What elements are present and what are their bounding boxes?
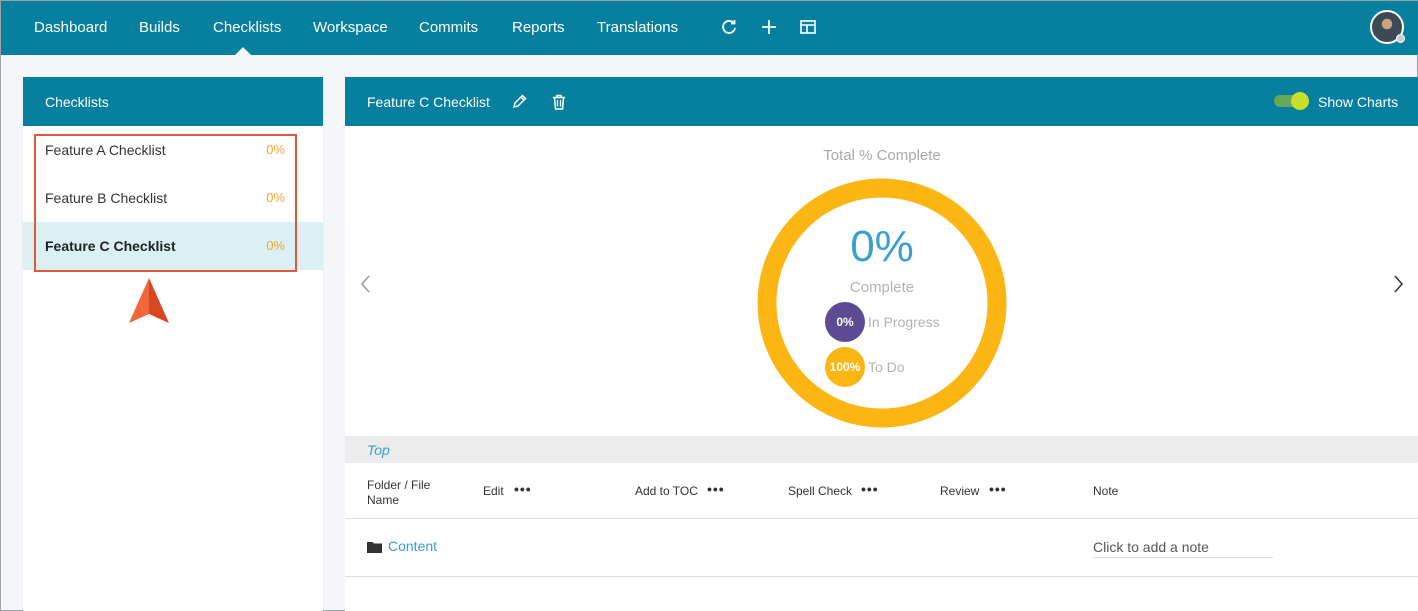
checklists-panel: Checklists Feature A Checklist 0% Featur… [23,77,323,611]
checklist-item-feature-c[interactable]: Feature C Checklist 0% [23,222,323,270]
nav-builds[interactable]: Builds [139,19,180,36]
review-more-icon[interactable]: ••• [989,481,1007,497]
column-spell-check: Spell Check [788,484,853,498]
column-edit: Edit [483,484,504,498]
column-name-line1: Folder / File [367,478,431,492]
chevron-left-icon[interactable] [357,272,373,296]
trash-icon[interactable] [549,92,569,112]
layout-icon[interactable] [798,17,818,37]
top-nav: Dashboard Builds Checklists Workspace Co… [1,1,1418,55]
edit-pencil-icon[interactable] [509,92,529,112]
nav-translations[interactable]: Translations [597,19,678,36]
completion-label: Complete [849,279,915,296]
show-charts-label: Show Charts [1318,94,1399,110]
checklist-item-percent: 0% [266,142,285,157]
column-name-line2: Name [367,493,400,507]
to-do-label: To Do [868,359,905,375]
checklist-title: Feature C Checklist [367,94,490,110]
section-label[interactable]: Top [367,442,390,458]
column-add-to-toc: Add to TOC [635,484,698,498]
completion-ring [757,178,1007,428]
checklist-item-label: Feature B Checklist [45,190,168,206]
in-progress-badge: 0% [825,302,865,342]
section-bar: Top [345,436,1418,463]
status-badge [1396,34,1405,43]
edit-more-icon[interactable]: ••• [514,481,532,497]
checklist-item-feature-a[interactable]: Feature A Checklist 0% [23,126,323,174]
checklist-detail-panel: Feature C Checklist Show Charts Total % … [345,77,1418,611]
checklist-item-feature-b[interactable]: Feature B Checklist 0% [23,174,323,222]
nav-commits[interactable]: Commits [419,19,478,36]
column-folder-file-name: Folder / File Name [367,478,430,508]
spell-check-more-icon[interactable]: ••• [861,481,879,497]
checklist-item-label: Feature A Checklist [45,142,166,158]
column-review: Review [940,484,980,498]
nav-workspace[interactable]: Workspace [313,19,388,36]
folder-icon [367,542,382,553]
chart-title: Total % Complete [823,147,941,164]
nav-dashboard[interactable]: Dashboard [34,19,107,36]
nav-checklists[interactable]: Checklists [213,19,281,36]
checklist-item-percent: 0% [266,190,285,205]
chevron-right-icon[interactable] [1391,272,1407,296]
show-charts-toggle[interactable] [1274,92,1310,110]
checklist-item-percent: 0% [266,238,285,253]
toggle-knob [1291,92,1309,110]
checklists-panel-title: Checklists [23,77,323,126]
active-tab-caret [235,47,251,55]
annotation-pointer-icon [129,278,169,323]
to-do-badge: 100% [825,347,865,387]
in-progress-label: In Progress [868,314,940,330]
add-to-toc-more-icon[interactable]: ••• [707,481,725,497]
table-header: Folder / File Name Edit ••• Add to TOC •… [345,464,1418,519]
folder-link-content[interactable]: Content [388,538,437,554]
checklist-detail-header: Feature C Checklist Show Charts [345,77,1418,126]
column-note: Note [1093,484,1119,498]
refresh-icon[interactable] [719,17,739,37]
completion-percent: 0% [850,222,914,271]
nav-reports[interactable]: Reports [512,19,565,36]
note-input[interactable] [1093,536,1273,558]
table-row: Content [345,519,1418,577]
checklist-item-label: Feature C Checklist [45,238,176,254]
plus-icon[interactable] [759,17,779,37]
